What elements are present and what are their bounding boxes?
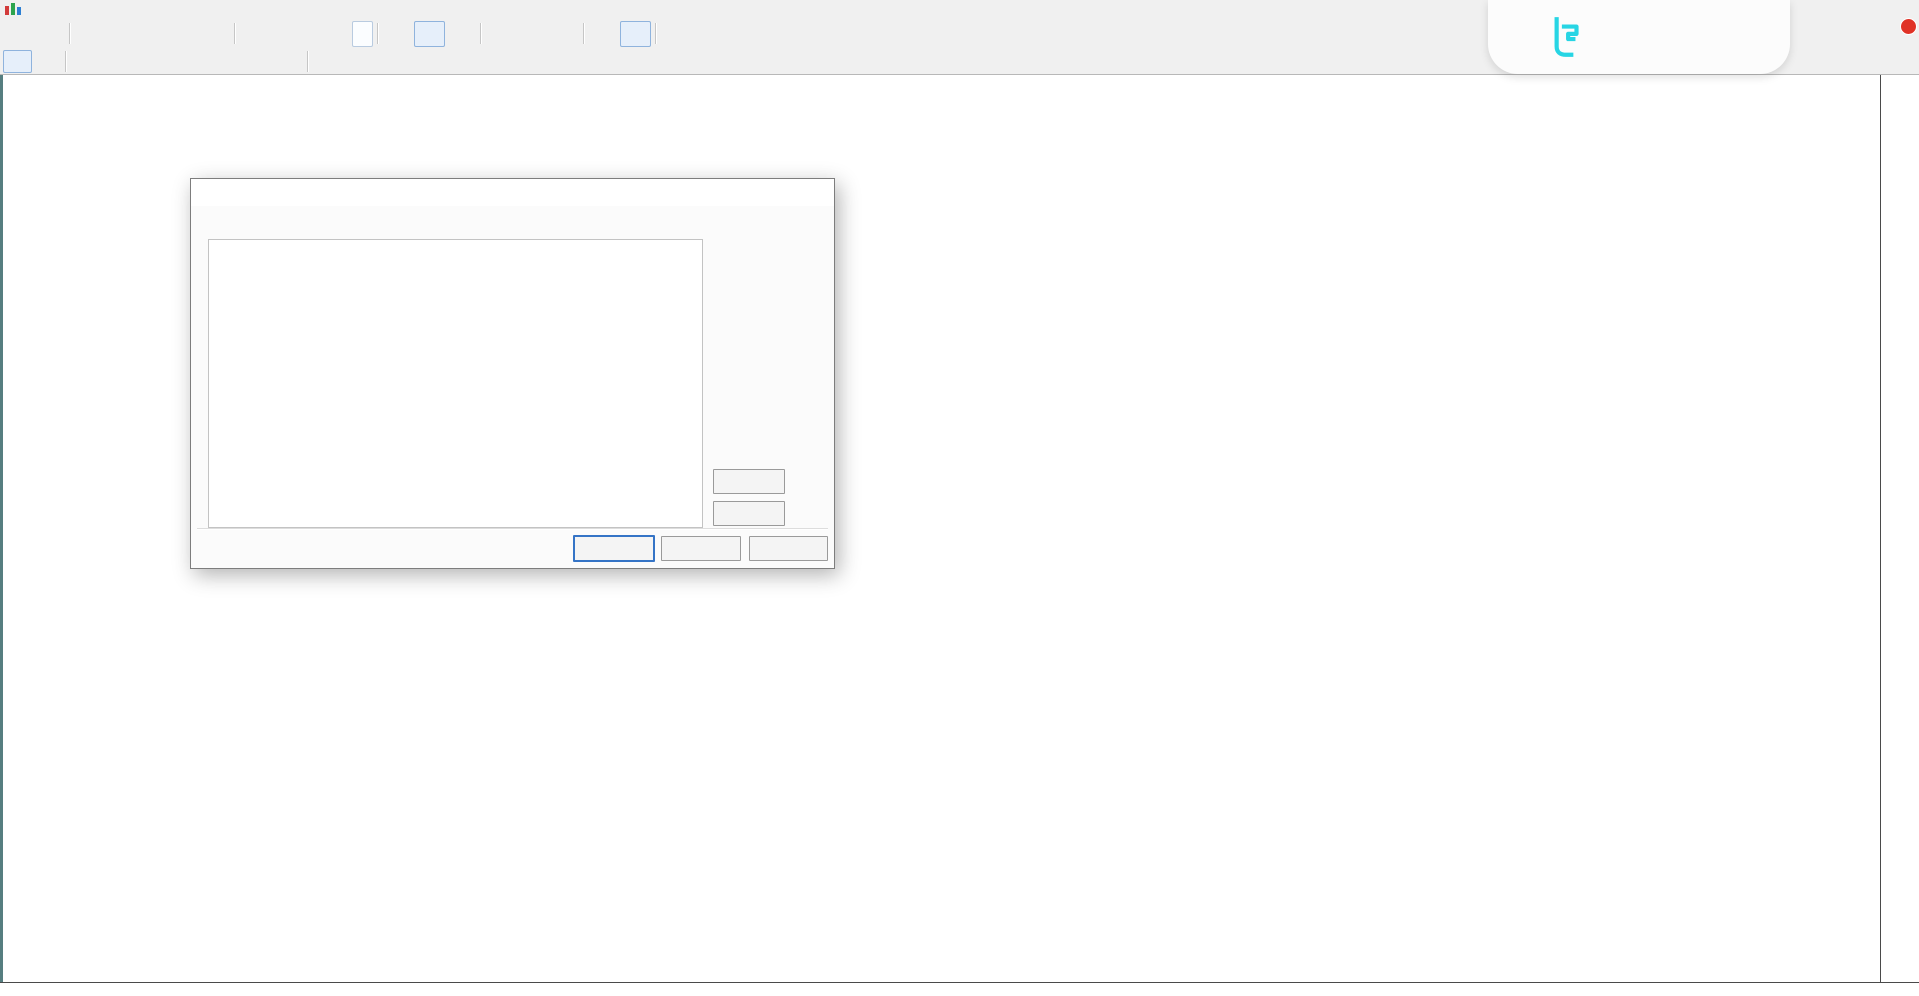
indicator-dialog (190, 178, 835, 569)
separator (480, 23, 482, 44)
separator (377, 23, 379, 44)
save-button[interactable] (713, 501, 785, 526)
auto-scroll-button[interactable] (589, 21, 620, 47)
window-left-edge (0, 75, 3, 983)
separator (583, 23, 585, 44)
separator (65, 51, 67, 72)
templates-button[interactable] (723, 21, 754, 47)
sounds-button[interactable] (321, 21, 352, 47)
reset-button[interactable] (749, 536, 828, 561)
terminal-button[interactable] (168, 21, 199, 47)
bar-chart-button[interactable] (383, 21, 414, 47)
profiles-button[interactable] (34, 21, 65, 47)
notification-badge (1900, 18, 1917, 35)
tile-windows-button[interactable] (548, 21, 579, 47)
alerts-button[interactable] (259, 21, 290, 47)
shapes-tool[interactable] (274, 50, 303, 73)
chart-shift-button[interactable] (620, 21, 651, 47)
zoom-in-button[interactable] (486, 21, 517, 47)
new-order-button[interactable] (240, 22, 259, 46)
line-chart-button[interactable] (445, 21, 476, 47)
new-chart-button[interactable] (3, 21, 34, 47)
separator (69, 23, 71, 44)
navigator-button[interactable] (137, 21, 168, 47)
tradingfinder-logo-icon (1544, 14, 1586, 60)
text-tool[interactable] (216, 50, 245, 73)
strategy-tester-button[interactable] (199, 21, 230, 47)
cursor-tool[interactable] (3, 50, 32, 73)
dialog-titlebar[interactable] (191, 179, 834, 206)
tradingfinder-banner (1488, 0, 1790, 74)
dialog-separator (197, 528, 828, 530)
fibonacci-tool[interactable] (187, 50, 216, 73)
inputs-table (208, 239, 703, 528)
periods-button[interactable] (692, 21, 723, 47)
mt4-window (0, 0, 1919, 996)
label-tool[interactable] (245, 50, 274, 73)
experts-button[interactable] (290, 21, 321, 47)
trendline-tool[interactable] (129, 50, 158, 73)
app-icon (5, 3, 23, 17)
crosshair-tool[interactable] (32, 50, 61, 73)
cancel-button[interactable] (661, 536, 741, 561)
time-axis[interactable] (0, 982, 1919, 996)
ok-button[interactable] (573, 535, 655, 562)
zoom-out-button[interactable] (517, 21, 548, 47)
load-button[interactable] (713, 469, 785, 494)
horizontal-line-tool[interactable] (100, 50, 129, 73)
symbol-ohlc-bar[interactable] (7, 77, 18, 91)
separator (655, 23, 657, 44)
candlestick-chart-button[interactable] (414, 21, 445, 47)
autotrading-button[interactable] (352, 21, 373, 47)
separator (307, 51, 309, 72)
vertical-line-tool[interactable] (71, 50, 100, 73)
equidistant-channel-tool[interactable] (158, 50, 187, 73)
data-window-button[interactable] (106, 21, 137, 47)
separator (234, 23, 236, 44)
market-watch-button[interactable] (75, 21, 106, 47)
price-axis[interactable] (1880, 74, 1919, 983)
indicators-button[interactable] (661, 21, 692, 47)
